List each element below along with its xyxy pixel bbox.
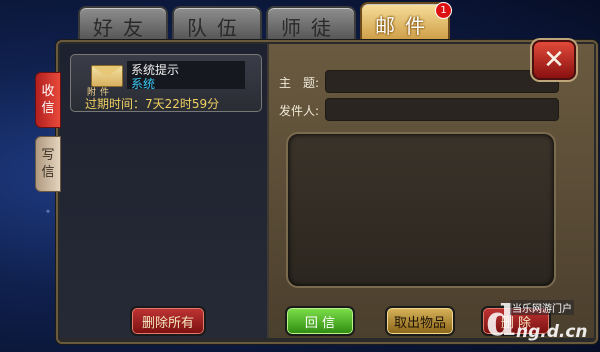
mail-panel: 附件 系统提示 系统 过期时间：7天22时59分 删除所有 主 题: 发件人: … [56, 40, 598, 344]
delete-button[interactable]: 删 除 [481, 306, 551, 336]
button-label: 回 信 [304, 315, 336, 331]
tab-label: 师徒 [281, 15, 341, 40]
side-tab-inbox[interactable]: 收 信 [35, 72, 61, 128]
tab-friends[interactable]: 好友 [78, 6, 168, 44]
close-icon: ✕ [543, 45, 565, 75]
delete-all-button[interactable]: 删除所有 [130, 306, 206, 336]
tab-label: 邮件 [375, 13, 435, 38]
envelope-icon [91, 65, 123, 87]
mail-expire-time: 过期时间：7天22时59分 [85, 97, 220, 111]
mail-detail: 主 题: 发件人: 回 信 取出物品 删 除 [269, 44, 594, 338]
tab-label: 队伍 [187, 15, 247, 40]
tab-label: 好友 [93, 15, 153, 40]
button-label: 删除所有 [141, 315, 194, 331]
button-label: 取出物品 [393, 315, 446, 331]
button-label: 删 除 [500, 315, 532, 331]
close-button[interactable]: ✕ [532, 40, 576, 80]
sender-label: 发件人: [279, 104, 320, 118]
tab-mail[interactable]: 邮件 1 [360, 2, 452, 44]
unread-badge: 1 [435, 2, 452, 19]
side-tab-label: 写 信 [41, 148, 55, 180]
mail-list: 附件 系统提示 系统 过期时间：7天22时59分 删除所有 [60, 44, 269, 338]
mail-sender: 系统 [131, 77, 156, 91]
mail-list-item[interactable]: 附件 系统提示 系统 过期时间：7天22时59分 [70, 54, 262, 112]
sender-field[interactable] [325, 98, 559, 121]
reply-button[interactable]: 回 信 [285, 306, 355, 336]
take-items-button[interactable]: 取出物品 [385, 306, 455, 336]
side-tab-label: 收 信 [41, 84, 55, 116]
side-tab-compose[interactable]: 写 信 [35, 136, 61, 192]
subject-label: 主 题: [279, 76, 320, 90]
tab-mentor[interactable]: 师徒 [266, 6, 356, 44]
subject-field[interactable] [325, 70, 559, 93]
mail-body[interactable] [286, 132, 556, 288]
tab-team[interactable]: 队伍 [172, 6, 262, 44]
